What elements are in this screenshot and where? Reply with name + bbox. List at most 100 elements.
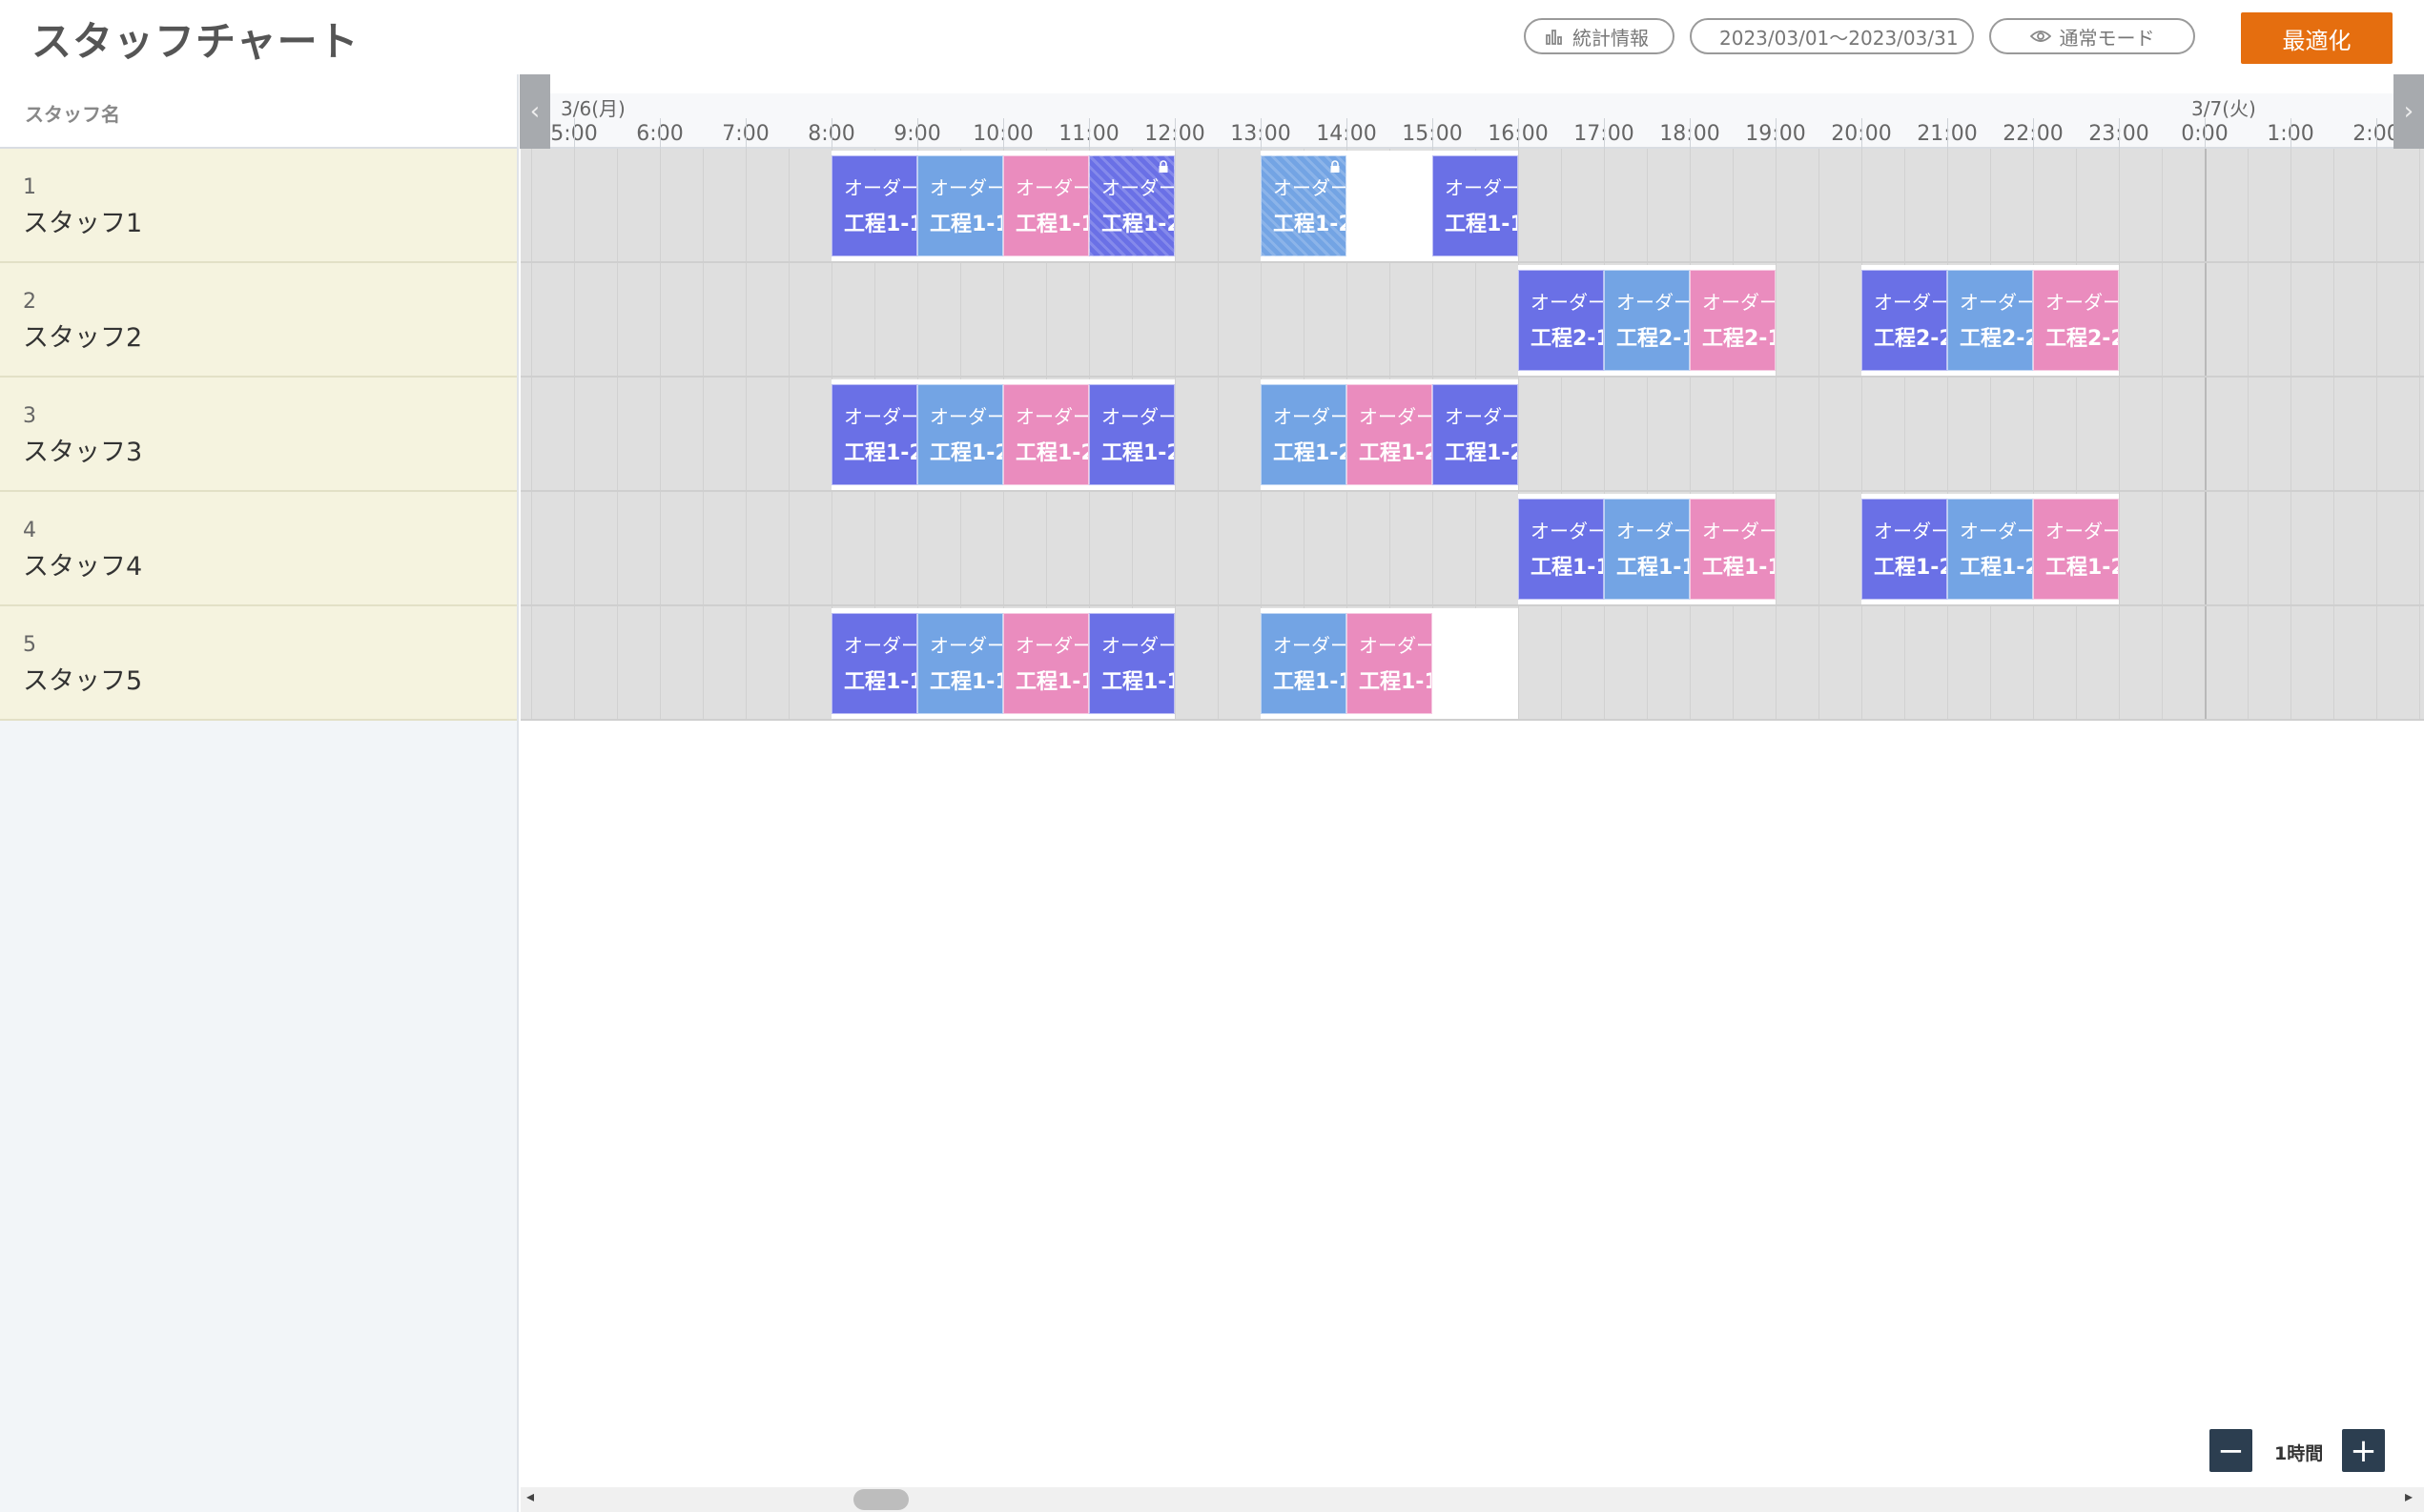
task-block[interactable]: オーダー 工程2-1 xyxy=(1690,270,1776,371)
task-block[interactable]: オーダー 工程2-2 xyxy=(2033,270,2119,371)
task-block[interactable]: オーダー 工程1-1 xyxy=(917,155,1003,256)
timeline-next-button[interactable]: › xyxy=(2393,74,2424,149)
task-block[interactable]: オーダー 工程1-2 xyxy=(917,384,1003,485)
task-block[interactable]: オーダー 工程1-2 xyxy=(832,384,917,485)
task-order-label: オーダー xyxy=(844,634,917,657)
task-block[interactable]: オーダー 工程1-2 xyxy=(1346,384,1432,485)
task-process-label: 工程1-1 xyxy=(1016,213,1089,236)
zoom-in-button[interactable]: + xyxy=(2342,1429,2385,1472)
task-block[interactable]: オーダー 工程1-1 xyxy=(917,613,1003,714)
hour-tick xyxy=(2119,118,2120,149)
task-process-label: 工程1-2 xyxy=(1101,213,1175,236)
task-block[interactable]: オーダー 工程1-2 xyxy=(1261,155,1346,256)
timeline-prev-button[interactable]: ‹ xyxy=(520,74,550,149)
task-block[interactable]: オーダー 工程1-2 xyxy=(1089,155,1175,256)
task-order-label: オーダー xyxy=(1445,176,1518,199)
task-block[interactable]: オーダー 工程1-2 xyxy=(1432,384,1518,485)
grid-line xyxy=(1776,149,1777,721)
hour-tick xyxy=(2033,118,2034,149)
scroll-left-arrow-icon[interactable]: ◂ xyxy=(526,1487,534,1505)
task-block[interactable]: オーダー 工程1-1 xyxy=(1432,155,1518,256)
task-block[interactable]: オーダー工程2-2 xyxy=(1861,270,1947,371)
task-order-label: オーダー xyxy=(1960,291,2033,314)
task-process-label: 工程2-1 xyxy=(1702,327,1776,351)
staff-number: 4 xyxy=(23,519,36,542)
task-process-label: 工程1-1 xyxy=(1359,670,1432,694)
date-range-button[interactable]: 2023/03/01〜2023/03/31 xyxy=(1690,18,1974,54)
task-block[interactable]: オーダー 工程1-2 xyxy=(1261,384,1346,485)
grid-line xyxy=(746,149,747,721)
hour-tick xyxy=(660,118,661,149)
grid-line xyxy=(2119,149,2120,721)
task-block[interactable]: オーダー 工程1-1 xyxy=(1518,499,1604,600)
task-block[interactable]: オーダー 工程1-1 xyxy=(832,155,917,256)
hour-tick xyxy=(917,118,918,149)
grid-line xyxy=(1690,149,1691,721)
staff-row[interactable]: 4 スタッフ4 xyxy=(0,492,517,606)
task-process-label: 工程1-2 xyxy=(1445,441,1518,465)
task-process-label: 工程2-1 xyxy=(1616,327,1690,351)
task-process-label: 工程2-2 xyxy=(1874,327,1947,351)
staff-row[interactable]: 1 スタッフ1 xyxy=(0,149,517,263)
task-order-label: オーダー xyxy=(1101,405,1175,428)
staff-name: スタッフ5 xyxy=(23,666,143,696)
grid-line xyxy=(1647,149,1648,721)
task-block[interactable]: オーダー 工程1-1 xyxy=(1003,613,1089,714)
grid-line xyxy=(660,149,661,721)
hour-tick xyxy=(574,118,575,149)
task-process-label: 工程1-2 xyxy=(930,441,1003,465)
task-block[interactable]: オーダー工程1-1 xyxy=(1690,499,1776,600)
task-process-label: 工程2-2 xyxy=(1960,327,2033,351)
task-order-label: オーダー xyxy=(1874,520,1947,542)
task-order-label: オーダー xyxy=(1874,291,1947,314)
task-block[interactable]: オーダー 工程1-1 xyxy=(832,613,917,714)
task-order-label: オーダー xyxy=(1359,405,1432,428)
task-block[interactable]: オーダー工程1-1 xyxy=(1003,155,1089,256)
staff-row[interactable]: 3 スタッフ3 xyxy=(0,378,517,492)
staff-row[interactable]: 5 スタッフ5 xyxy=(0,606,517,721)
optimize-button[interactable]: 最適化 xyxy=(2241,12,2393,64)
zoom-out-button[interactable]: − xyxy=(2209,1429,2252,1472)
task-order-label: オーダー xyxy=(1702,520,1776,542)
task-block[interactable]: オーダー 工程1-2 xyxy=(1089,384,1175,485)
task-order-label: オーダー xyxy=(1960,520,2033,542)
task-process-label: 工程1-1 xyxy=(1702,556,1776,580)
grid-line xyxy=(1561,149,1562,721)
hour-tick xyxy=(1690,118,1691,149)
eye-icon xyxy=(2029,31,2051,42)
task-process-label: 工程1-1 xyxy=(1616,556,1690,580)
stats-button[interactable]: 統計情報 xyxy=(1524,18,1674,54)
task-block[interactable]: オーダー工程1-2 xyxy=(1947,499,2033,600)
task-block[interactable]: オーダー 工程1-2 xyxy=(1003,384,1089,485)
task-order-label: オーダー xyxy=(844,176,917,199)
staff-number: 3 xyxy=(23,404,36,428)
staff-row[interactable]: 2 スタッフ2 xyxy=(0,263,517,378)
task-order-label: オーダー xyxy=(1616,291,1690,314)
staff-name: スタッフ4 xyxy=(23,552,143,582)
task-block[interactable]: オーダー 工程1-1 xyxy=(1089,613,1175,714)
task-block[interactable]: オーダー 工程2-1 xyxy=(1518,270,1604,371)
task-block[interactable]: オーダー 工程1-1 xyxy=(1604,499,1690,600)
task-block[interactable]: オーダー工程1-2 xyxy=(1861,499,1947,600)
mode-button[interactable]: 通常モード xyxy=(1989,18,2195,54)
task-block[interactable]: オーダー 工程1-1 xyxy=(1261,613,1346,714)
chevron-right-icon: › xyxy=(2403,97,2414,126)
task-block[interactable]: オーダー工程2-2 xyxy=(1947,270,2033,371)
task-process-label: 工程1-1 xyxy=(1530,556,1604,580)
grid-line xyxy=(531,149,532,721)
page-title: スタッフチャート xyxy=(31,18,359,65)
task-process-label: 工程1-2 xyxy=(1960,556,2033,580)
task-order-label: オーダー xyxy=(1273,634,1346,657)
task-order-label: オーダー xyxy=(1016,176,1089,199)
task-block[interactable]: オーダー工程2-1 xyxy=(1604,270,1690,371)
task-process-label: 工程1-2 xyxy=(1874,556,1947,580)
grid-line xyxy=(1604,149,1605,721)
grid-line xyxy=(1990,149,1991,721)
horizontal-scrollbar[interactable] xyxy=(521,1487,2424,1512)
hour-tick xyxy=(2376,118,2377,149)
task-block[interactable]: オーダー 工程1-2 xyxy=(2033,499,2119,600)
task-block[interactable]: オーダー 工程1-1 xyxy=(1346,613,1432,714)
scroll-right-arrow-icon[interactable]: ▸ xyxy=(2405,1487,2413,1505)
horizontal-scrollbar-thumb[interactable] xyxy=(853,1489,909,1510)
stats-button-label: 統計情報 xyxy=(1572,26,1649,50)
